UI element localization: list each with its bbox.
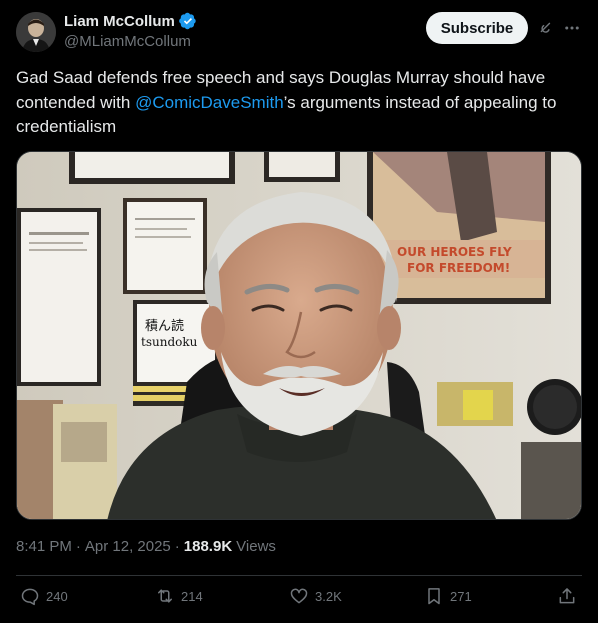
- share-button[interactable]: [557, 586, 577, 606]
- repost-button[interactable]: 214: [155, 586, 203, 606]
- author-display-name[interactable]: Liam McCollum: [64, 13, 175, 30]
- action-bar: 240 214 3.2K 271: [0, 586, 598, 612]
- heart-icon: [290, 588, 308, 604]
- meta-separator: ·: [75, 538, 81, 555]
- avatar-image: [16, 12, 56, 52]
- like-count: 3.2K: [315, 588, 342, 604]
- tweet-date[interactable]: Apr 12, 2025: [85, 538, 171, 555]
- reply-icon: [21, 588, 39, 606]
- grok-button[interactable]: [536, 18, 556, 38]
- bookmark-icon: [428, 588, 440, 605]
- subscribe-button[interactable]: Subscribe: [426, 12, 528, 44]
- repost-icon: [158, 589, 172, 603]
- views-label: Views: [236, 538, 276, 555]
- tweet-text: Gad Saad defends free speech and says Do…: [16, 66, 582, 140]
- poster-line2: FOR FREEDOM!: [407, 261, 510, 275]
- sign-kanji: 積ん読: [145, 318, 184, 334]
- mention-link[interactable]: @ComicDaveSmith: [135, 93, 284, 112]
- tweet-time[interactable]: 8:41 PM: [16, 538, 72, 555]
- author-handle[interactable]: @MLiamMcCollum: [64, 33, 191, 50]
- meta-separator: ·: [174, 538, 180, 555]
- more-options-button[interactable]: [560, 16, 584, 40]
- like-button[interactable]: 3.2K: [289, 586, 342, 606]
- author-name-row: Liam McCollum: [64, 12, 197, 30]
- poster-line1: OUR HEROES FLY: [397, 245, 512, 259]
- video-frame: 積ん読 tsundoku OUR HEROES FLY FOR FREEDOM!: [17, 152, 581, 519]
- bookmark-count: 271: [450, 588, 472, 604]
- video-media[interactable]: 積ん読 tsundoku OUR HEROES FLY FOR FREEDOM!: [16, 151, 582, 520]
- reply-count: 240: [46, 588, 68, 604]
- bookmark-button[interactable]: 271: [424, 586, 472, 606]
- verified-badge-icon: [179, 12, 196, 30]
- author-avatar[interactable]: [16, 12, 56, 52]
- grok-icon: [540, 22, 551, 33]
- views-count: 188.9K: [183, 538, 233, 555]
- tweet-meta: 8:41 PM · Apr 12, 2025 · 188.9K Views: [16, 538, 276, 555]
- divider: [16, 575, 582, 576]
- more-icon: [565, 26, 579, 30]
- repost-count: 214: [181, 588, 203, 604]
- sign-romaji: tsundoku: [141, 335, 198, 349]
- reply-button[interactable]: 240: [20, 586, 68, 606]
- share-icon: [559, 588, 575, 604]
